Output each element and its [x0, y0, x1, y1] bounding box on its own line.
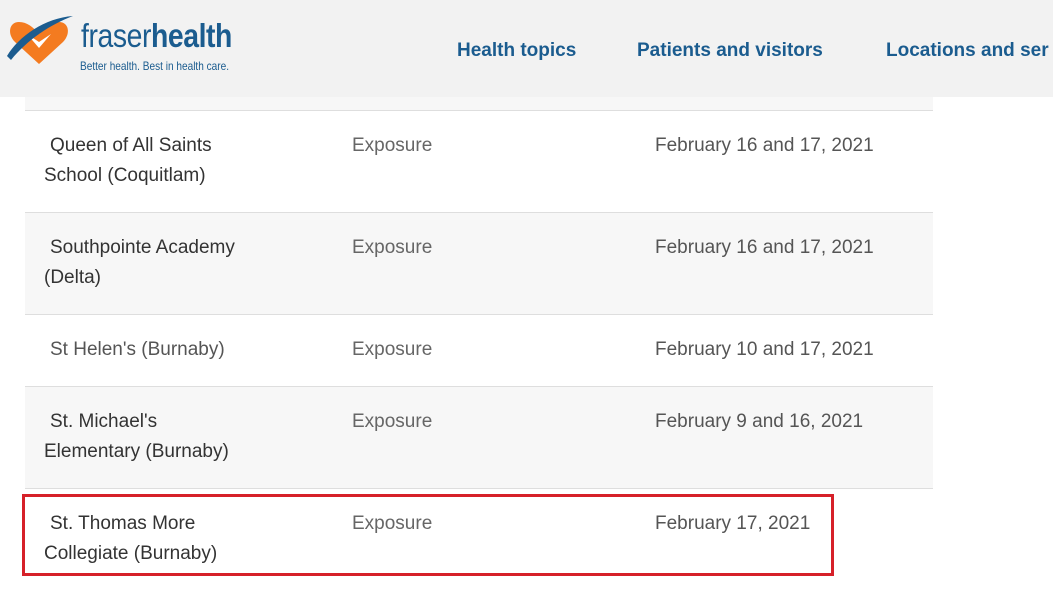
school-name-cell: St. Thomas More Collegiate (Burnaby): [44, 509, 274, 569]
exposure-type-cell: Exposure: [352, 411, 433, 432]
exposure-dates-cell: February 9 and 16, 2021: [655, 411, 864, 432]
school-name-line1: St Helen's (Burnaby): [50, 339, 225, 360]
exposure-dates-cell: February 16 and 17, 2021: [655, 237, 874, 258]
nav-locations-and-services[interactable]: Locations and ser: [886, 39, 1049, 63]
school-name-line2: Elementary (Burnaby): [44, 441, 229, 462]
table-row: Southpointe Academy (Delta) Exposure Feb…: [25, 213, 933, 315]
table-row: St. Thomas More Collegiate (Burnaby) Exp…: [25, 489, 933, 579]
exposure-type-cell: Exposure: [352, 135, 433, 156]
nav-patients-and-visitors[interactable]: Patients and visitors: [637, 39, 823, 63]
school-name-cell: Southpointe Academy (Delta): [44, 233, 274, 293]
exposure-dates-cell: February 16 and 17, 2021: [655, 135, 874, 156]
school-name-cell: St Helen's (Burnaby): [44, 335, 274, 365]
school-name-line1: St. Thomas More: [50, 513, 196, 534]
table-row: St Helen's (Burnaby) Exposure February 1…: [25, 315, 933, 387]
school-name-line1: Southpointe Academy: [50, 237, 235, 258]
exposure-type-cell: Exposure: [352, 339, 433, 360]
main-navigation: Health topics Patients and visitors Loca…: [0, 39, 1053, 65]
school-name-cell: Queen of All Saints School (Coquitlam): [44, 131, 274, 191]
exposure-type-cell: Exposure: [352, 237, 433, 258]
exposure-type-cell: Exposure: [352, 513, 433, 534]
school-name-cell: St. Michael's Elementary (Burnaby): [44, 407, 274, 467]
nav-health-topics[interactable]: Health topics: [457, 39, 576, 63]
school-name-line2: School (Coquitlam): [44, 165, 206, 186]
school-name-line1: St. Michael's: [50, 411, 158, 432]
school-name-line1: Queen of All Saints: [50, 135, 212, 156]
school-exposures-table: Queen of All Saints School (Coquitlam) E…: [25, 97, 933, 579]
table-row: St. Michael's Elementary (Burnaby) Expos…: [25, 387, 933, 489]
school-name-line2: (Delta): [44, 267, 102, 288]
school-name-line2: Collegiate (Burnaby): [44, 543, 218, 564]
site-header: fraserhealth Better health. Best in heal…: [0, 0, 1053, 97]
table-row: Queen of All Saints School (Coquitlam) E…: [25, 111, 933, 213]
exposure-dates-cell: February 17, 2021: [655, 513, 811, 534]
exposure-dates-cell: February 10 and 17, 2021: [655, 339, 874, 360]
table-row-partial: [25, 97, 933, 111]
